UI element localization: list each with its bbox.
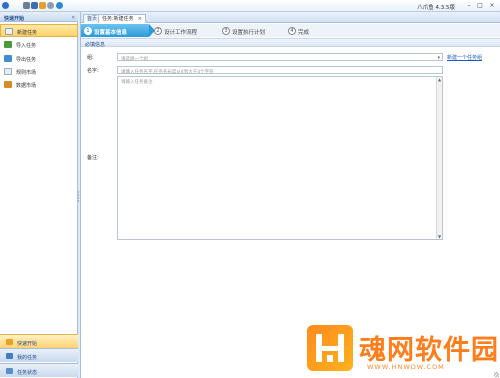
sidebar-item-data-market[interactable]: 数据市场 [0, 78, 78, 91]
help-icon[interactable] [56, 2, 63, 9]
data-market-icon [4, 81, 12, 88]
minimize-button[interactable]: – [465, 2, 473, 9]
title-bar: 八爪鱼 4.3.5版 – □ × [0, 0, 500, 12]
sidebar-header-title: 快速开始 [4, 15, 25, 22]
resize-grip-icon[interactable] [494, 372, 499, 377]
sidebar-item-rule-market[interactable]: 规则市场 [0, 65, 78, 78]
sidebar-item-new-task[interactable]: 新建任务 [0, 24, 78, 37]
main-panel: 首页 任务:新建任务 × 1 设置基本信息 2 设计工作流程 3 设置执行计划 4… [80, 12, 500, 378]
sidebar-item-label: 导入任务 [16, 43, 37, 49]
tab-label: 任务:新建任务 [102, 16, 134, 22]
close-button[interactable]: × [488, 2, 496, 9]
group-select[interactable]: 请选择一个组 ▾ [117, 53, 443, 62]
close-tab-icon[interactable]: × [138, 16, 142, 22]
sidebar-tab-my-tasks[interactable]: 我的任务 [0, 348, 78, 362]
sidebar-tab-label: 任务状态 [17, 369, 38, 376]
note-label: 备注: [87, 155, 99, 161]
app-logo-icon[interactable] [2, 2, 9, 9]
export-icon [4, 55, 12, 62]
watermark-text: 魂网软件园 [359, 335, 499, 366]
info-icon[interactable] [47, 2, 54, 9]
step-finish[interactable]: 4 完成 [285, 24, 325, 37]
name-label: 名字: [87, 68, 99, 74]
step-number: 2 [154, 26, 162, 35]
group-placeholder: 请选择一个组 [121, 56, 148, 62]
user-icon[interactable] [23, 2, 30, 9]
status-icon [6, 368, 13, 374]
step-basic-info[interactable]: 1 设置基本信息 [81, 24, 149, 37]
collapse-icon[interactable]: « [71, 14, 75, 21]
hw-logo-icon [316, 334, 344, 362]
app-title: 八爪鱼 4.3.5版 [417, 5, 455, 11]
scroll-down-icon[interactable]: ▼ [437, 234, 442, 239]
sidebar-item-label: 导出任务 [16, 57, 37, 63]
pencil-icon[interactable] [39, 2, 46, 9]
step-label: 设计工作流程 [164, 30, 198, 36]
tasks-icon [6, 353, 13, 359]
sidebar: 快速开始 « 新建任务 导入任务 导出任务 规则市场 数据市场 快速开始 我的任… [0, 12, 78, 378]
chevron-down-icon: ▾ [437, 54, 440, 61]
tab-bar: 首页 任务:新建任务 × [81, 12, 500, 23]
note-textarea[interactable]: 请输入任务备注 ▲ ▼ [117, 76, 443, 240]
sidebar-tab-label: 我的任务 [17, 354, 38, 361]
name-placeholder: 请输入任务名字,任务名长度从4到大于4个字符 [121, 69, 214, 75]
tab-label: 首页 [87, 16, 98, 22]
sidebar-tab-task-status[interactable]: 任务状态 [0, 363, 78, 377]
step-design-workflow[interactable]: 2 设计工作流程 [151, 24, 219, 37]
watermark: 魂网软件园 WWW.HNWDW.COM [307, 325, 498, 375]
step-label: 完成 [298, 30, 310, 36]
section-required-info: 必填信息 [81, 38, 500, 48]
step-number: 1 [84, 26, 92, 35]
watermark-logo [307, 325, 353, 371]
step-execution-plan[interactable]: 3 设置执行计划 [219, 24, 285, 37]
tab-new-task[interactable]: 任务:新建任务 × [98, 14, 146, 23]
rule-market-icon [4, 68, 12, 75]
sidebar-header: 快速开始 « [0, 12, 78, 22]
new-task-icon [5, 28, 13, 35]
step-label: 设置执行计划 [232, 30, 266, 36]
group-label: 组: [87, 55, 94, 61]
lightning-icon [6, 339, 13, 345]
sidebar-item-label: 规则市场 [16, 70, 37, 76]
sidebar-tab-quick-start[interactable]: 快速开始 [0, 334, 78, 348]
new-group-link[interactable]: 新建一个任务组 [447, 54, 482, 61]
watermark-url: WWW.HNWDW.COM [367, 363, 445, 371]
step-number: 3 [222, 26, 230, 35]
wizard-steps: 1 设置基本信息 2 设计工作流程 3 设置执行计划 4 完成 [81, 24, 500, 37]
step-label: 设置基本信息 [94, 30, 128, 36]
sidebar-item-label: 数据市场 [16, 83, 37, 89]
scroll-up-icon[interactable]: ▲ [437, 77, 442, 82]
sidebar-item-label: 新建任务 [17, 30, 38, 36]
step-number: 4 [288, 26, 296, 35]
name-input[interactable]: 请输入任务名字,任务名长度从4到大于4个字符 [117, 66, 443, 75]
sidebar-item-import[interactable]: 导入任务 [0, 38, 78, 51]
sidebar-item-export[interactable]: 导出任务 [0, 52, 78, 65]
section-title: 必填信息 [85, 41, 106, 48]
import-icon [4, 41, 12, 48]
sidebar-tab-label: 快速开始 [17, 340, 38, 347]
note-scrollbar[interactable]: ▲ ▼ [436, 77, 442, 239]
maximize-button[interactable]: □ [476, 2, 484, 9]
note-placeholder: 请输入任务备注 [121, 79, 153, 85]
save-icon[interactable] [31, 2, 38, 9]
